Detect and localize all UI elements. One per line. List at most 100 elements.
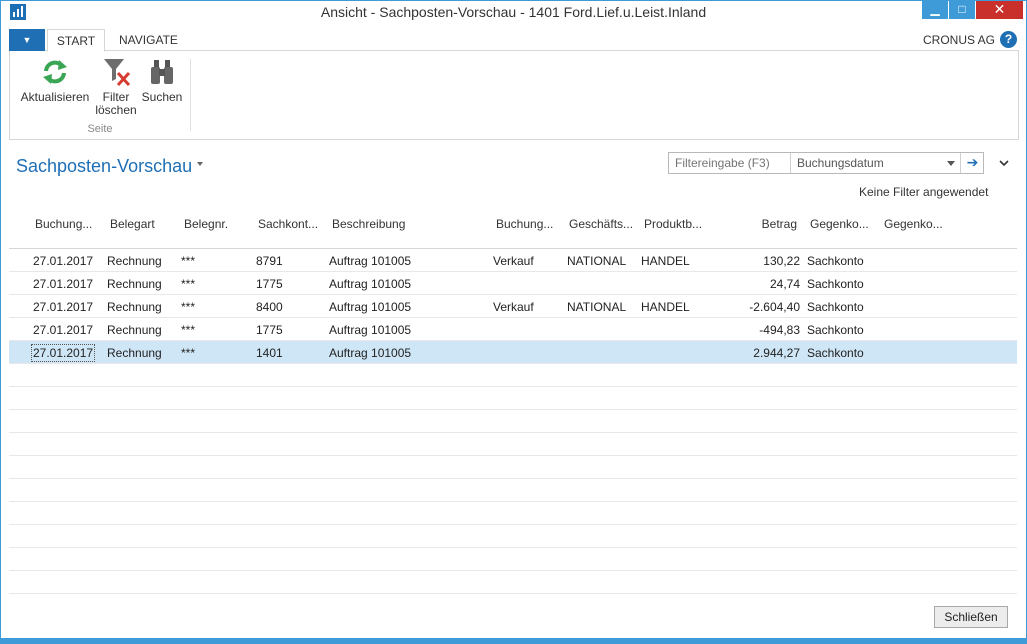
cell-gl-account[interactable]: 1775	[256, 277, 283, 291]
help-icon[interactable]: ?	[1000, 31, 1017, 48]
cell-amount[interactable]: 2.944,27	[729, 346, 800, 360]
cell-gl-account[interactable]: 8791	[256, 254, 283, 268]
clear-filter-button[interactable]: Filter löschen	[95, 57, 137, 117]
close-button[interactable]: Schließen	[934, 606, 1008, 628]
cell-amount[interactable]: -2.604,40	[729, 300, 800, 314]
cell-gl-account[interactable]: 8400	[256, 300, 283, 314]
filter-field-select[interactable]: Buchungsdatum	[797, 156, 884, 170]
table-row[interactable]: 27.01.2017 Rechnung *** 8791 Auftrag 101…	[9, 249, 1017, 272]
ribbon-group-separator	[190, 59, 191, 131]
empty-row	[9, 548, 1017, 571]
filter-input[interactable]	[669, 153, 791, 173]
table-row[interactable]: 27.01.2017 Rechnung *** 1775 Auftrag 101…	[9, 318, 1017, 341]
chevron-down-icon[interactable]	[947, 161, 955, 166]
page-title[interactable]: Sachposten-Vorschau	[16, 156, 192, 177]
empty-row	[9, 387, 1017, 410]
window-bottom-border	[1, 638, 1026, 643]
column-header[interactable]: Buchung...	[496, 217, 553, 231]
empty-row	[9, 410, 1017, 433]
table-row[interactable]: 27.01.2017 Rechnung *** 8400 Auftrag 101…	[9, 295, 1017, 318]
empty-row	[9, 479, 1017, 502]
column-header[interactable]: Betrag	[739, 217, 797, 231]
search-button[interactable]: Suchen	[141, 57, 183, 104]
cell-document-type[interactable]: Rechnung	[107, 254, 162, 268]
binoculars-icon	[151, 60, 173, 84]
cell-amount[interactable]: 24,74	[729, 277, 800, 291]
minimize-button[interactable]: ▁	[922, 1, 948, 19]
cell-document-no[interactable]: ***	[181, 323, 195, 337]
cell-amount[interactable]: -494,83	[729, 323, 800, 337]
refresh-label: Aktualisieren	[20, 90, 90, 104]
cell-description[interactable]: Auftrag 101005	[329, 323, 411, 337]
column-header[interactable]: Produktb...	[644, 217, 702, 231]
column-header[interactable]: Geschäfts...	[569, 217, 633, 231]
cell-business-group[interactable]: NATIONAL	[567, 254, 626, 268]
empty-row	[9, 571, 1017, 594]
column-header[interactable]: Sachkont...	[258, 217, 318, 231]
maximize-button[interactable]: □	[949, 1, 975, 19]
cell-document-no[interactable]: ***	[181, 300, 195, 314]
column-header[interactable]: Belegnr.	[184, 217, 228, 231]
cell-posting-date[interactable]: 27.01.2017	[33, 254, 93, 268]
cell-product-group[interactable]: HANDEL	[641, 254, 690, 268]
ribbon-group-label: Seite	[87, 123, 113, 135]
empty-row	[9, 456, 1017, 479]
column-header[interactable]: Buchung...	[35, 217, 92, 231]
close-window-button[interactable]: ✕	[976, 1, 1023, 19]
cell-posting-type[interactable]: Verkauf	[493, 254, 534, 268]
cell-description[interactable]: Auftrag 101005	[329, 346, 411, 360]
app-window: Ansicht - Sachposten-Vorschau - 1401 For…	[0, 0, 1027, 644]
filter-box: Buchungsdatum ➔	[668, 152, 984, 174]
cell-description[interactable]: Auftrag 101005	[329, 254, 411, 268]
cell-gl-account[interactable]: 1401	[256, 346, 283, 360]
cell-balancing-type[interactable]: Sachkonto	[807, 254, 864, 268]
cell-document-type[interactable]: Rechnung	[107, 300, 162, 314]
cell-document-no[interactable]: ***	[181, 254, 195, 268]
cell-amount[interactable]: 130,22	[729, 254, 800, 268]
column-header[interactable]: Gegenko...	[884, 217, 943, 231]
cell-balancing-type[interactable]: Sachkonto	[807, 323, 864, 337]
company-name[interactable]: CRONUS AG	[923, 29, 995, 51]
clear-filter-label-1: Filter	[102, 90, 130, 104]
cell-posting-date[interactable]: 27.01.2017	[30, 344, 96, 362]
cell-posting-date[interactable]: 27.01.2017	[33, 300, 93, 314]
table-row-selected[interactable]: 27.01.2017 Rechnung *** 1401 Auftrag 101…	[9, 341, 1017, 364]
refresh-icon	[43, 60, 67, 84]
table-row[interactable]: 27.01.2017 Rechnung *** 1775 Auftrag 101…	[9, 272, 1017, 295]
column-header[interactable]: Gegenko...	[810, 217, 869, 231]
cell-description[interactable]: Auftrag 101005	[329, 300, 411, 314]
page-title-dropdown-icon[interactable]	[197, 162, 203, 166]
cell-document-no[interactable]: ***	[181, 277, 195, 291]
cell-business-group[interactable]: NATIONAL	[567, 300, 626, 314]
ribbon-tab-bar: ▼ START NAVIGATE CRONUS AG ?	[9, 29, 1019, 52]
column-header[interactable]: Belegart	[110, 217, 155, 231]
cell-document-type[interactable]: Rechnung	[107, 323, 162, 337]
cell-balancing-type[interactable]: Sachkonto	[807, 300, 864, 314]
apply-filter-arrow-icon[interactable]: ➔	[960, 153, 984, 173]
clear-filter-icon	[104, 59, 131, 87]
table-header: Buchung... Belegart Belegnr. Sachkont...…	[9, 211, 1017, 249]
cell-balancing-type[interactable]: Sachkonto	[807, 346, 864, 360]
collapse-chevron-icon[interactable]	[999, 158, 1009, 168]
cell-posting-date[interactable]: 27.01.2017	[33, 323, 93, 337]
cell-balancing-type[interactable]: Sachkonto	[807, 277, 864, 291]
tab-navigate[interactable]: NAVIGATE	[111, 29, 186, 52]
cell-description[interactable]: Auftrag 101005	[329, 277, 411, 291]
cell-document-type[interactable]: Rechnung	[107, 346, 162, 360]
file-menu-button[interactable]: ▼	[9, 29, 45, 51]
cell-document-no[interactable]: ***	[181, 346, 195, 360]
refresh-button[interactable]: Aktualisieren	[20, 57, 90, 104]
empty-row	[9, 525, 1017, 548]
cell-gl-account[interactable]: 1775	[256, 323, 283, 337]
title-bar: Ansicht - Sachposten-Vorschau - 1401 For…	[1, 1, 1026, 23]
table-body: 27.01.2017 Rechnung *** 8791 Auftrag 101…	[9, 249, 1017, 594]
column-header[interactable]: Beschreibung	[332, 217, 405, 231]
clear-filter-label-2: löschen	[95, 103, 137, 117]
cell-document-type[interactable]: Rechnung	[107, 277, 162, 291]
tab-start[interactable]: START	[47, 29, 105, 52]
cell-posting-type[interactable]: Verkauf	[493, 300, 534, 314]
empty-row	[9, 433, 1017, 456]
cell-product-group[interactable]: HANDEL	[641, 300, 690, 314]
cell-posting-date[interactable]: 27.01.2017	[33, 277, 93, 291]
no-filter-status: Keine Filter angewendet	[859, 185, 989, 199]
